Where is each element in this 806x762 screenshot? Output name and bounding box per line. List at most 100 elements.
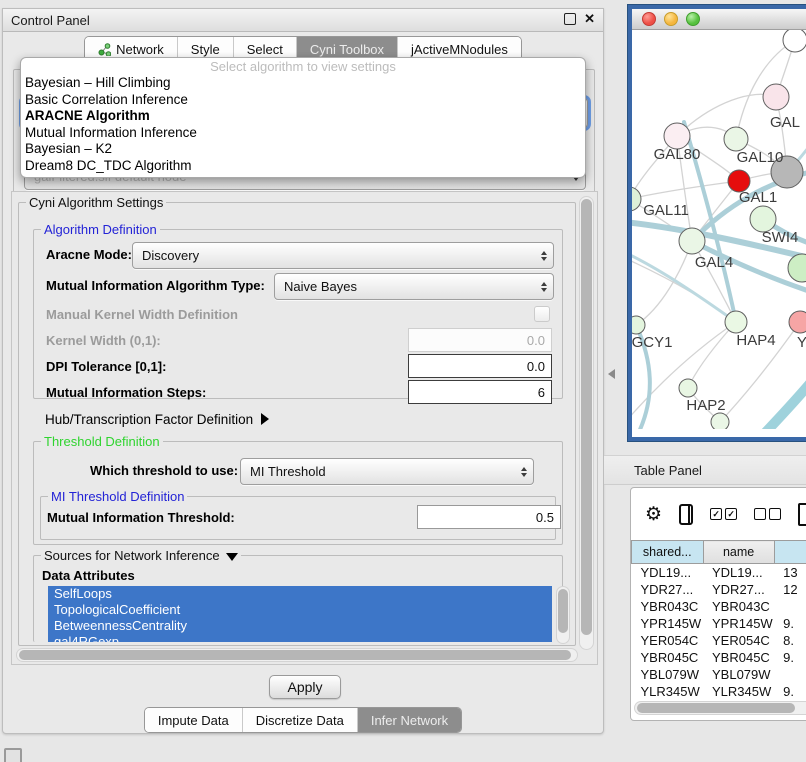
network-view-window[interactable]: GALGAL80GAL10GAL1GAL11SWI4GAL4GCY1HAP4YH…: [628, 5, 806, 441]
collapsed-arrow-icon[interactable]: [261, 413, 269, 425]
which-threshold-value: MI Threshold: [250, 459, 326, 484]
apply-button[interactable]: Apply: [269, 675, 341, 699]
manual-kernel-checkbox[interactable]: [534, 306, 550, 322]
table-cell: YBR045C: [632, 649, 704, 666]
mi-steps-label: Mutual Information Steps:: [46, 385, 206, 400]
mi-steps-value: 6: [538, 385, 545, 400]
close-traffic-light-icon[interactable]: [642, 12, 656, 26]
network-node-label: Y: [797, 334, 806, 351]
dropdown-item[interactable]: Basic Correlation Inference: [21, 92, 585, 109]
dropdown-item[interactable]: Bayesian – K2: [21, 141, 585, 158]
close-icon[interactable]: ✕: [584, 13, 595, 25]
column-header[interactable]: shared...: [632, 541, 704, 564]
gear-icon[interactable]: ⚙: [645, 505, 662, 524]
attribute-list-item[interactable]: gal4RGexp: [48, 634, 552, 642]
table-cell: YBR043C: [632, 598, 704, 615]
network-node-gal4[interactable]: [679, 228, 705, 254]
dropdown-item[interactable]: Dream8 DC_TDC Algorithm: [21, 158, 585, 175]
table-row[interactable]: YLR345WYLR345W9.: [632, 683, 806, 700]
aracne-mode-combobox[interactable]: Discovery: [132, 242, 554, 269]
mi-type-combobox[interactable]: Naive Bayes: [274, 273, 554, 300]
bottom-tab-discretize-data[interactable]: Discretize Data: [242, 708, 357, 732]
node-table[interactable]: shared...nameYDL19...YDL19...13YDR27...Y…: [631, 540, 806, 717]
network-canvas[interactable]: GALGAL80GAL10GAL1GAL11SWI4GAL4GCY1HAP4YH…: [632, 30, 806, 429]
dpi-tolerance-field[interactable]: 0.0: [408, 354, 552, 378]
sources-title-row[interactable]: Sources for Network Inference: [41, 548, 241, 563]
dropdown-item[interactable]: Bayesian – Hill Climbing: [21, 75, 585, 92]
table-cell: 8.: [774, 632, 806, 649]
dropdown-item[interactable]: ARACNE Algorithm: [21, 108, 585, 125]
dropdown-item[interactable]: Mutual Information Inference: [21, 125, 585, 142]
minimize-traffic-light-icon[interactable]: [664, 12, 678, 26]
kernel-width-field[interactable]: 0.0: [408, 328, 552, 352]
network-node[interactable]: [711, 413, 729, 429]
zoom-traffic-light-icon[interactable]: [686, 12, 700, 26]
stepper-icon[interactable]: [521, 467, 527, 477]
tab-label: jActiveMNodules: [411, 42, 508, 57]
data-attributes-list[interactable]: SelfLoopsTopologicalCoefficientBetweenne…: [48, 586, 552, 642]
sources-group: Sources for Network Inference Data Attri…: [33, 555, 563, 642]
stepper-icon[interactable]: [541, 251, 547, 261]
network-node[interactable]: [783, 30, 806, 52]
table-cell: 13: [774, 564, 806, 582]
settings-panel: Cyni Algorithm Settings Algorithm Defini…: [11, 191, 598, 665]
apply-button-label: Apply: [287, 679, 322, 695]
bottom-tab-infer-network[interactable]: Infer Network: [357, 708, 461, 732]
mi-type-value: Naive Bayes: [284, 274, 357, 299]
network-edge[interactable]: [764, 374, 806, 429]
split-collapse-arrow-icon[interactable]: [608, 369, 615, 379]
cyni-settings-title: Cyni Algorithm Settings: [26, 195, 166, 210]
network-node-hap4[interactable]: [725, 311, 747, 333]
which-threshold-label: Which threshold to use:: [90, 463, 238, 478]
expanded-arrow-icon[interactable]: [226, 553, 238, 561]
table-row[interactable]: YDR27...YDR27...12: [632, 581, 806, 598]
network-node-y[interactable]: [789, 311, 806, 333]
network-graph[interactable]: GALGAL80GAL10GAL1GAL11SWI4GAL4GCY1HAP4YH…: [632, 30, 806, 429]
network-node-hap2[interactable]: [679, 379, 697, 397]
mi-threshold-field[interactable]: 0.5: [417, 505, 561, 529]
attribute-list-item[interactable]: SelfLoops: [48, 586, 552, 602]
aracne-mode-value: Discovery: [142, 243, 199, 268]
network-node-gal10[interactable]: [724, 127, 748, 151]
stepper-icon[interactable]: [541, 282, 547, 292]
table-panel-header: Table Panel: [604, 455, 806, 485]
table-row[interactable]: YPR145WYPR145W9.: [632, 615, 806, 632]
document-icon[interactable]: [798, 503, 806, 526]
attribute-list-item[interactable]: TopologicalCoefficient: [48, 602, 552, 618]
network-window-titlebar[interactable]: [632, 9, 806, 30]
mi-steps-field[interactable]: 6: [408, 380, 552, 404]
network-node-gcy1[interactable]: [632, 316, 645, 334]
bottom-tab-impute-data[interactable]: Impute Data: [145, 708, 242, 732]
table-cell: YER054C: [632, 632, 704, 649]
network-node-gal11[interactable]: [632, 187, 641, 211]
column-header[interactable]: name: [703, 541, 774, 564]
network-edge[interactable]: [688, 322, 736, 388]
checked-pair-icon[interactable]: ✓ ✓: [710, 508, 737, 520]
table-row[interactable]: YDL19...YDL19...13: [632, 564, 806, 582]
attributes-scrollbar[interactable]: [556, 586, 570, 644]
network-node[interactable]: [788, 254, 806, 282]
which-threshold-combobox[interactable]: MI Threshold: [240, 458, 534, 485]
split-columns-icon[interactable]: [679, 504, 693, 525]
hub-definition-toggle[interactable]: Hub/Transcription Factor Definition: [45, 411, 269, 429]
settings-vertical-scrollbar[interactable]: [579, 196, 594, 650]
table-row[interactable]: YER054CYER054C8.: [632, 632, 806, 649]
settings-horizontal-scrollbar[interactable]: [16, 648, 578, 662]
table-row[interactable]: YBR043CYBR043C: [632, 598, 806, 615]
threshold-definition-group: Threshold Definition Which threshold to …: [33, 441, 563, 545]
network-edge[interactable]: [636, 241, 692, 325]
screen: Control Panel ✕ NetworkStyleSelectCyni T…: [0, 0, 806, 762]
unchecked-pair-icon[interactable]: [754, 508, 781, 520]
mi-threshold-label: Mutual Information Threshold:: [47, 510, 235, 525]
table-row[interactable]: YBR045CYBR045C9.: [632, 649, 806, 666]
tab-label: Cyni Toolbox: [310, 42, 384, 57]
attribute-list-item[interactable]: BetweennessCentrality: [48, 618, 552, 634]
table-cell: YLR345W: [632, 683, 704, 700]
network-node-gal[interactable]: [763, 84, 789, 110]
column-header[interactable]: [774, 541, 806, 564]
control-panel-titlebar[interactable]: Control Panel ✕: [3, 9, 603, 32]
float-window-icon[interactable]: [564, 13, 576, 25]
minimized-panel-icon[interactable]: [4, 748, 22, 762]
table-horizontal-scrollbar[interactable]: [634, 701, 806, 715]
table-row[interactable]: YBL079WYBL079W: [632, 666, 806, 683]
